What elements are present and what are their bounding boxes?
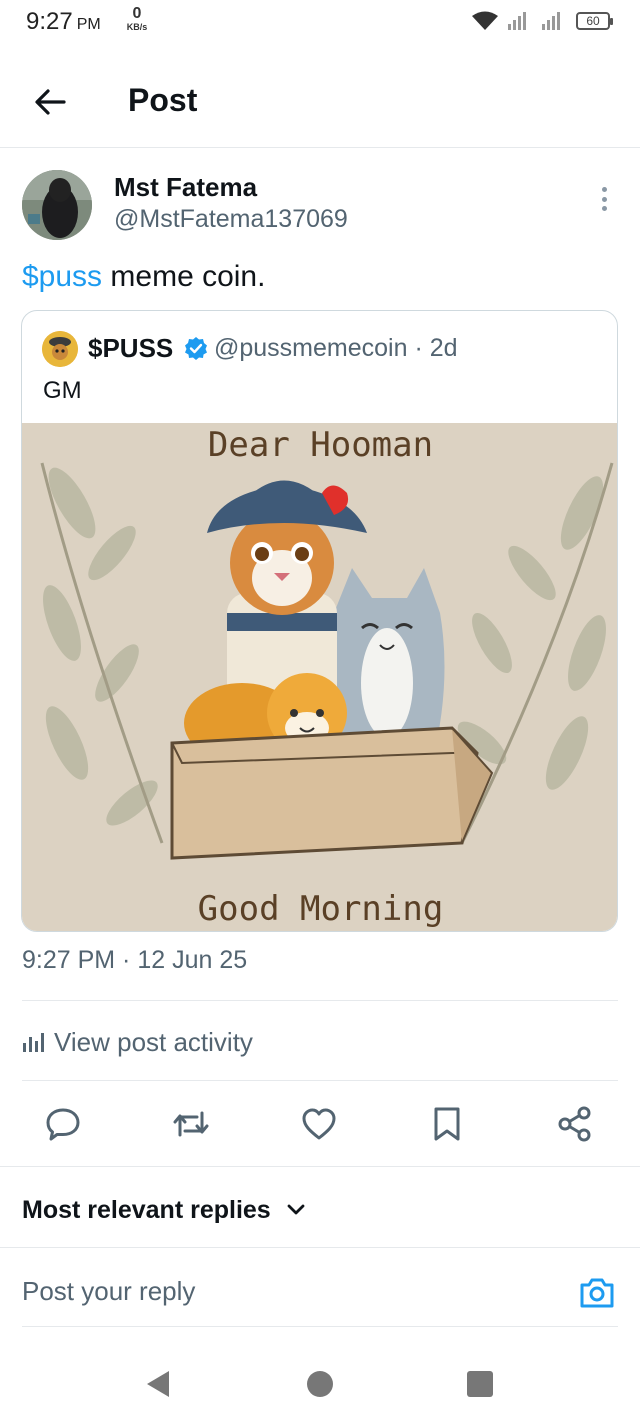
battery-icon: 60: [576, 12, 613, 30]
verified-badge-icon: [185, 337, 207, 360]
share-button[interactable]: [555, 1104, 595, 1144]
quoted-post-card[interactable]: $PUSS @pussmemecoin · 2d GM Dear Hooman …: [21, 310, 618, 932]
retweet-icon: [173, 1111, 209, 1137]
like-icon: [302, 1108, 336, 1140]
quoted-handle-and-age: @pussmemecoin · 2d: [214, 334, 458, 362]
reply-sort-dropdown[interactable]: Most relevant replies: [22, 1193, 305, 1227]
view-post-activity-button[interactable]: View post activity: [22, 1024, 253, 1060]
divider: [0, 1247, 640, 1248]
network-speed-value: 0: [132, 5, 142, 22]
system-navigation-bar: [0, 1346, 640, 1422]
divider: [22, 1326, 618, 1327]
camera-icon: [580, 1278, 614, 1308]
arrow-left-icon: [35, 89, 66, 115]
camera-button[interactable]: [578, 1274, 616, 1312]
image-caption-bottom: Good Morning: [197, 889, 444, 929]
more-dot: [601, 187, 607, 192]
repost-button[interactable]: [171, 1104, 211, 1144]
reply-input[interactable]: Post your reply: [22, 1276, 195, 1307]
author-name[interactable]: Mst Fatema: [114, 172, 257, 203]
post-timestamp: 9:27 PM · 12 Jun 25: [22, 946, 248, 974]
bookmark-icon: [434, 1107, 460, 1141]
reply-icon: [46, 1108, 80, 1141]
top-app-bar: Post: [0, 52, 640, 148]
status-time-value: 9:27: [26, 8, 73, 35]
quoted-post-image[interactable]: Dear Hooman Good Morning: [22, 423, 617, 931]
bookmark-button[interactable]: [427, 1104, 467, 1144]
signal-icon-2: [542, 12, 560, 30]
divider: [22, 1000, 618, 1001]
reply-sort-label: Most relevant replies: [22, 1195, 271, 1224]
analytics-icon: [23, 1033, 44, 1052]
square-recents-icon: [467, 1371, 493, 1397]
network-speed: 0 KB/s: [122, 6, 152, 32]
triangle-back-icon: [147, 1371, 169, 1397]
author-handle[interactable]: @MstFatema137069: [114, 205, 348, 234]
post-text-body: meme coin.: [102, 260, 266, 293]
status-time: 9:27 PM: [26, 8, 101, 36]
status-time-ampm: PM: [76, 16, 101, 33]
quoted-avatar-image: [42, 331, 78, 367]
reply-button[interactable]: [43, 1104, 83, 1144]
avatar-image: [22, 170, 92, 240]
quoted-author-avatar: [42, 331, 78, 367]
divider: [0, 1166, 640, 1167]
post-text: $puss meme coin.: [22, 260, 265, 294]
signal-icon: [508, 12, 526, 30]
chevron-down-icon: [287, 1204, 305, 1215]
back-button[interactable]: [28, 80, 72, 124]
post-action-bar: [0, 1100, 640, 1150]
more-dot: [601, 196, 607, 202]
more-dot: [601, 206, 607, 211]
author-avatar[interactable]: [22, 170, 92, 240]
nav-recents-button[interactable]: [460, 1364, 500, 1404]
view-post-activity-label: View post activity: [54, 1026, 253, 1057]
divider: [22, 1080, 618, 1081]
wifi-icon: [472, 11, 498, 30]
nav-back-button[interactable]: [138, 1364, 178, 1404]
cashtag-link[interactable]: $puss: [22, 260, 102, 293]
circle-home-icon: [307, 1371, 333, 1397]
quoted-author-name: $PUSS: [88, 333, 174, 363]
quoted-post-text: GM: [43, 377, 82, 404]
page-title: Post: [128, 82, 198, 118]
status-icons: 60: [472, 10, 613, 32]
nav-home-button[interactable]: [300, 1364, 340, 1404]
network-speed-unit: KB/s: [126, 22, 148, 32]
status-bar: 9:27 PM 0 KB/s 60: [0, 0, 640, 44]
cats-in-box-illustration: [40, 462, 614, 860]
more-options-button[interactable]: [592, 184, 616, 214]
share-icon: [558, 1106, 591, 1142]
like-button[interactable]: [299, 1104, 339, 1144]
image-caption-top: Dear Hooman: [207, 425, 434, 465]
